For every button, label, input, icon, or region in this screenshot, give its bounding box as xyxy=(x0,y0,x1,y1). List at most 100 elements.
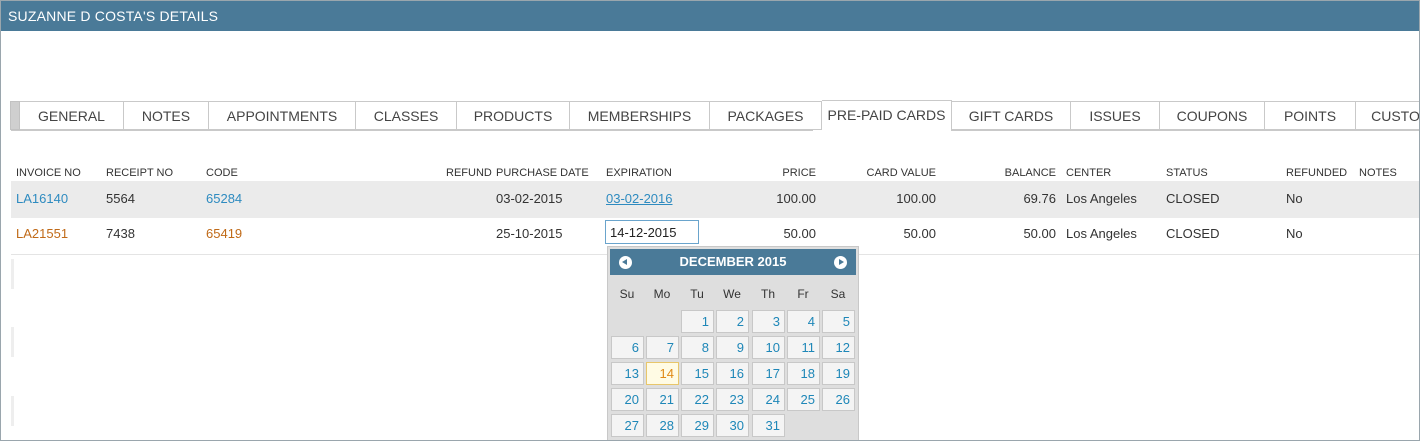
tab-underline-right xyxy=(951,130,1419,131)
receipt-no: 5564 xyxy=(106,191,135,206)
col-refunded[interactable]: REFUNDED xyxy=(1286,167,1347,179)
tab-classes[interactable]: CLASSES xyxy=(356,101,457,130)
calendar-day[interactable]: 19 xyxy=(822,362,855,385)
calendar-day[interactable]: 6 xyxy=(611,336,644,359)
calendar-day[interactable]: 8 xyxy=(681,336,714,359)
calendar-day[interactable]: 13 xyxy=(611,362,644,385)
calendar-day[interactable]: 22 xyxy=(681,388,714,411)
date-picker-header: DECEMBER 2015 xyxy=(610,249,856,275)
purchase-date: 25-10-2015 xyxy=(496,226,563,241)
calendar-day[interactable]: 21 xyxy=(646,388,679,411)
calendar-day[interactable]: 20 xyxy=(611,388,644,411)
calendar-day[interactable]: 12 xyxy=(822,336,855,359)
calendar-day[interactable]: 24 xyxy=(752,388,785,411)
tab-appointments[interactable]: APPOINTMENTS xyxy=(209,101,356,130)
weekday-label: Tu xyxy=(690,287,704,301)
calendar-day[interactable]: 28 xyxy=(646,414,679,437)
date-picker-month: DECEMBER 2015 xyxy=(679,254,787,269)
price: 100.00 xyxy=(776,191,816,206)
tab-scroll-grip[interactable] xyxy=(10,101,20,130)
calendar-day[interactable]: 27 xyxy=(611,414,644,437)
prev-month-icon[interactable] xyxy=(619,256,632,269)
card-value: 50.00 xyxy=(903,226,936,241)
calendar-day[interactable]: 10 xyxy=(752,336,785,359)
receipt-no: 7438 xyxy=(106,226,135,241)
calendar-day[interactable]: 15 xyxy=(681,362,714,385)
calendar-day[interactable]: 4 xyxy=(787,310,820,333)
balance: 50.00 xyxy=(1023,226,1056,241)
code-link[interactable]: 65284 xyxy=(206,191,242,206)
tab-underline-left xyxy=(11,130,813,131)
card-value: 100.00 xyxy=(896,191,936,206)
price: 50.00 xyxy=(783,226,816,241)
tab-packages[interactable]: PACKAGES xyxy=(710,101,822,130)
balance: 69.76 xyxy=(1023,191,1056,206)
tab-general[interactable]: GENERAL xyxy=(20,101,124,130)
calendar-day[interactable]: 5 xyxy=(822,310,855,333)
invoice-link[interactable]: LA16140 xyxy=(16,191,68,206)
weekday-label: Su xyxy=(619,287,635,301)
left-scroll-marker xyxy=(11,327,14,357)
calendar-day[interactable]: 18 xyxy=(787,362,820,385)
details-window: SUZANNE D COSTA'S DETAILS GENERAL NOTES … xyxy=(0,0,1420,441)
expiration-link[interactable]: 03-02-2016 xyxy=(606,191,673,206)
next-month-icon[interactable] xyxy=(834,256,847,269)
expiration-date-input[interactable] xyxy=(605,220,699,244)
weekday-label: We xyxy=(723,287,741,301)
purchase-date: 03-02-2015 xyxy=(496,191,563,206)
calendar-day[interactable]: 31 xyxy=(752,414,785,437)
tab-prepaid-cards[interactable]: PRE-PAID CARDS xyxy=(822,100,952,131)
status: CLOSED xyxy=(1166,191,1220,206)
col-card-value[interactable]: CARD VALUE xyxy=(836,167,936,179)
calendar-day[interactable]: 26 xyxy=(822,388,855,411)
weekday-label: Th xyxy=(760,287,775,301)
calendar-day[interactable]: 1 xyxy=(681,310,714,333)
col-status[interactable]: STATUS xyxy=(1166,167,1208,179)
col-balance[interactable]: BALANCE xyxy=(976,167,1056,179)
code-link[interactable]: 65419 xyxy=(206,226,242,241)
calendar-day[interactable]: 11 xyxy=(787,336,820,359)
col-code[interactable]: CODE xyxy=(206,167,238,179)
tab-issues[interactable]: ISSUES xyxy=(1071,101,1160,130)
refunded: No xyxy=(1286,191,1303,206)
calendar-day[interactable]: 3 xyxy=(752,310,785,333)
calendar-day[interactable]: 2 xyxy=(716,310,749,333)
invoice-link[interactable]: LA21551 xyxy=(16,226,68,241)
tab-gift-cards[interactable]: GIFT CARDS xyxy=(952,101,1071,130)
tab-bar: GENERAL NOTES APPOINTMENTS CLASSES PRODU… xyxy=(10,100,1419,131)
calendar-day[interactable]: 23 xyxy=(716,388,749,411)
tab-products[interactable]: PRODUCTS xyxy=(457,101,570,130)
tab-coupons[interactable]: COUPONS xyxy=(1160,101,1265,130)
calendar-day[interactable]: 17 xyxy=(752,362,785,385)
left-scroll-marker xyxy=(11,396,14,426)
calendar-day[interactable]: 25 xyxy=(787,388,820,411)
col-refund[interactable]: REFUND xyxy=(446,167,492,179)
left-scroll-marker xyxy=(11,259,14,289)
calendar-day[interactable]: 16 xyxy=(716,362,749,385)
center: Los Angeles xyxy=(1066,226,1137,241)
calendar-day-selected[interactable]: 14 xyxy=(646,362,679,385)
col-expiration[interactable]: EXPIRATION xyxy=(606,167,672,179)
center: Los Angeles xyxy=(1066,191,1137,206)
tab-custom[interactable]: CUSTO xyxy=(1356,101,1419,130)
calendar-day[interactable]: 7 xyxy=(646,336,679,359)
weekday-label: Mo xyxy=(653,287,671,301)
col-price[interactable]: PRICE xyxy=(736,167,816,179)
tab-notes[interactable]: NOTES xyxy=(124,101,209,130)
tab-memberships[interactable]: MEMBERSHIPS xyxy=(570,101,710,130)
status: CLOSED xyxy=(1166,226,1220,241)
calendar-day[interactable]: 9 xyxy=(716,336,749,359)
col-purchase-date[interactable]: PURCHASE DATE xyxy=(496,167,589,179)
calendar-day[interactable]: 29 xyxy=(681,414,714,437)
tab-points[interactable]: POINTS xyxy=(1265,101,1356,130)
col-center[interactable]: CENTER xyxy=(1066,167,1111,179)
refunded: No xyxy=(1286,226,1303,241)
weekday-label: Sa xyxy=(830,287,846,301)
col-invoice-no[interactable]: INVOICE NO xyxy=(16,167,81,179)
calendar-day[interactable]: 30 xyxy=(716,414,749,437)
date-picker: DECEMBER 2015 Su Mo Tu We Th Fr Sa 12345… xyxy=(607,246,859,440)
weekday-label: Fr xyxy=(797,287,809,301)
col-notes[interactable]: NOTES xyxy=(1359,167,1397,179)
col-receipt-no[interactable]: RECEIPT NO xyxy=(106,167,173,179)
window-title: SUZANNE D COSTA'S DETAILS xyxy=(1,1,1419,31)
